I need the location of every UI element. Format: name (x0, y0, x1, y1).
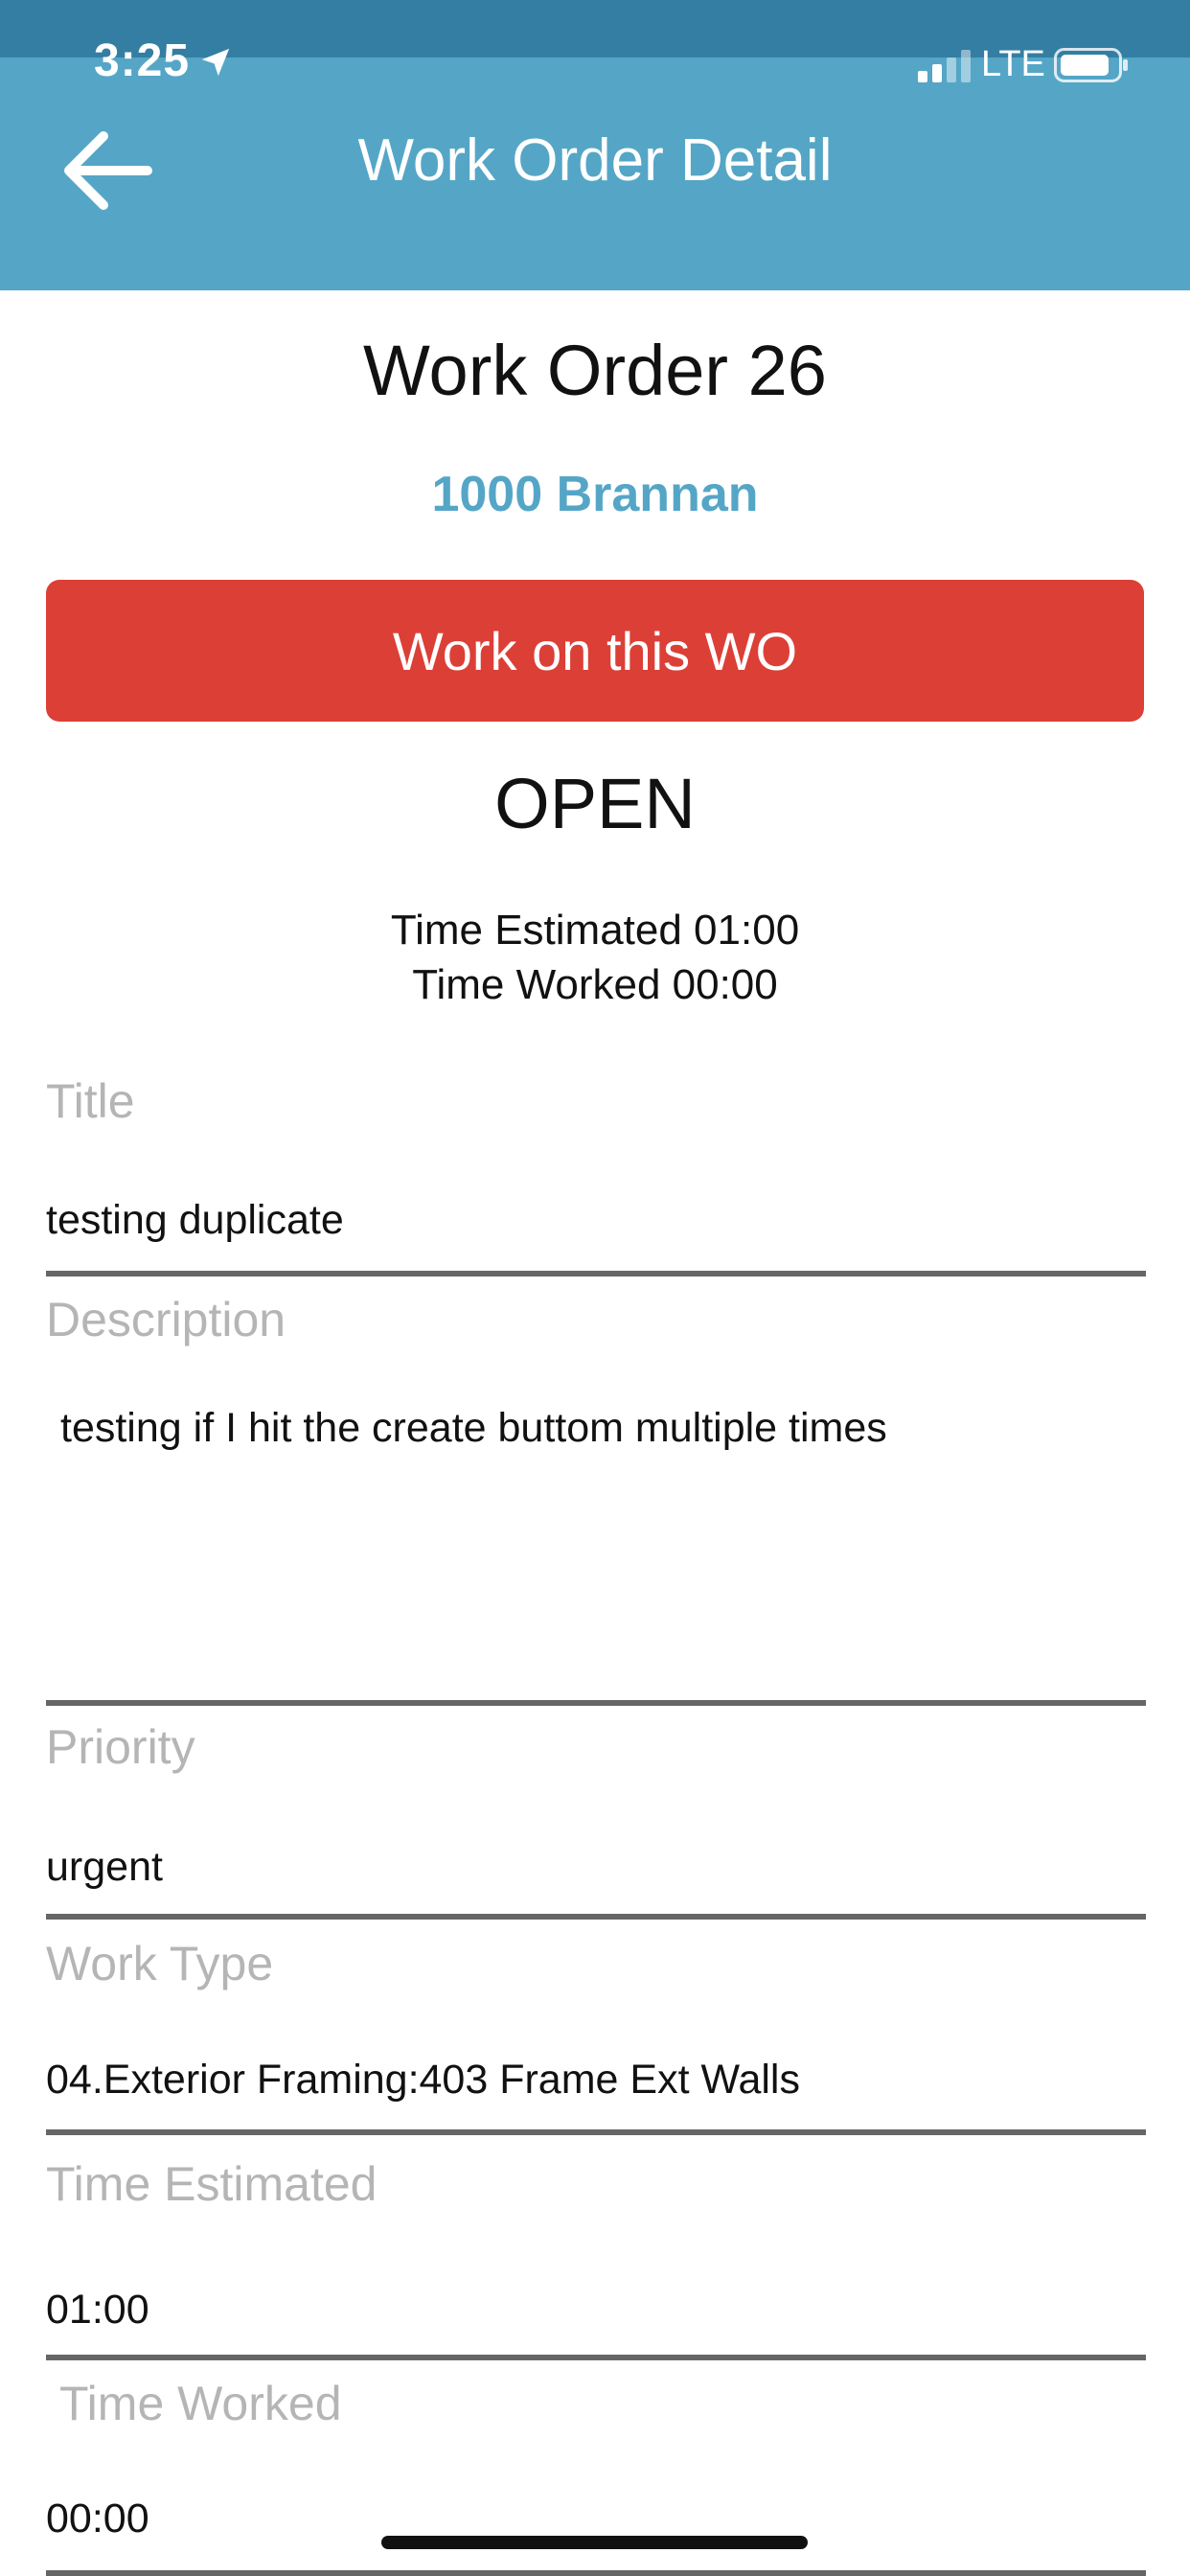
work-order-location: 1000 Brannan (431, 467, 759, 522)
work-type-field-label: Work Type (46, 1937, 274, 1990)
work-order-status: OPEN (494, 764, 696, 843)
priority-field-underline (46, 1914, 1146, 1920)
network-type: LTE (981, 44, 1045, 84)
priority-field-label: Priority (46, 1720, 195, 1774)
title-field-value: testing duplicate (46, 1197, 344, 1243)
work-type-field-value: 04.Exterior Framing:403 Frame Ext Walls (46, 2057, 800, 2103)
title-field[interactable]: testing duplicate (46, 1184, 1146, 1279)
cellular-signal-icon (918, 50, 971, 82)
description-field[interactable]: testing if I hit the create buttom multi… (46, 1380, 1146, 1696)
work-on-wo-button[interactable]: Work on this WO (46, 580, 1144, 722)
time-estimated-field-underline (46, 2355, 1146, 2360)
description-field-value: testing if I hit the create buttom multi… (60, 1405, 887, 1451)
work-type-field[interactable]: 04.Exterior Framing:403 Frame Ext Walls (46, 2032, 1146, 2128)
time-estimated-field[interactable]: 01:00 (46, 2262, 1146, 2353)
time-worked-field[interactable]: 00:00 (46, 2482, 1146, 2568)
page-title: Work Order Detail (357, 127, 833, 194)
status-time: 3:25 (94, 35, 191, 86)
work-order-title: Work Order 26 (363, 331, 827, 410)
work-type-field-underline (46, 2129, 1146, 2135)
time-worked-field-value: 00:00 (46, 2496, 149, 2542)
priority-field-value: urgent (46, 1844, 163, 1890)
time-estimated-field-label: Time Estimated (46, 2157, 378, 2211)
location-arrow-icon (201, 48, 230, 77)
time-estimated-summary: Time Estimated 01:00 (390, 907, 800, 954)
priority-field[interactable]: urgent (46, 1821, 1146, 1912)
title-field-label: Title (46, 1074, 135, 1128)
description-field-label: Description (46, 1293, 286, 1346)
time-worked-field-label: Time Worked (59, 2377, 342, 2430)
time-estimated-field-value: 01:00 (46, 2287, 149, 2333)
time-worked-field-underline (46, 2570, 1146, 2576)
title-field-underline (46, 1271, 1146, 1276)
home-indicator (381, 2536, 808, 2549)
time-worked-summary: Time Worked 00:00 (412, 961, 778, 1008)
battery-icon (1054, 48, 1128, 82)
description-field-underline (46, 1700, 1146, 1706)
